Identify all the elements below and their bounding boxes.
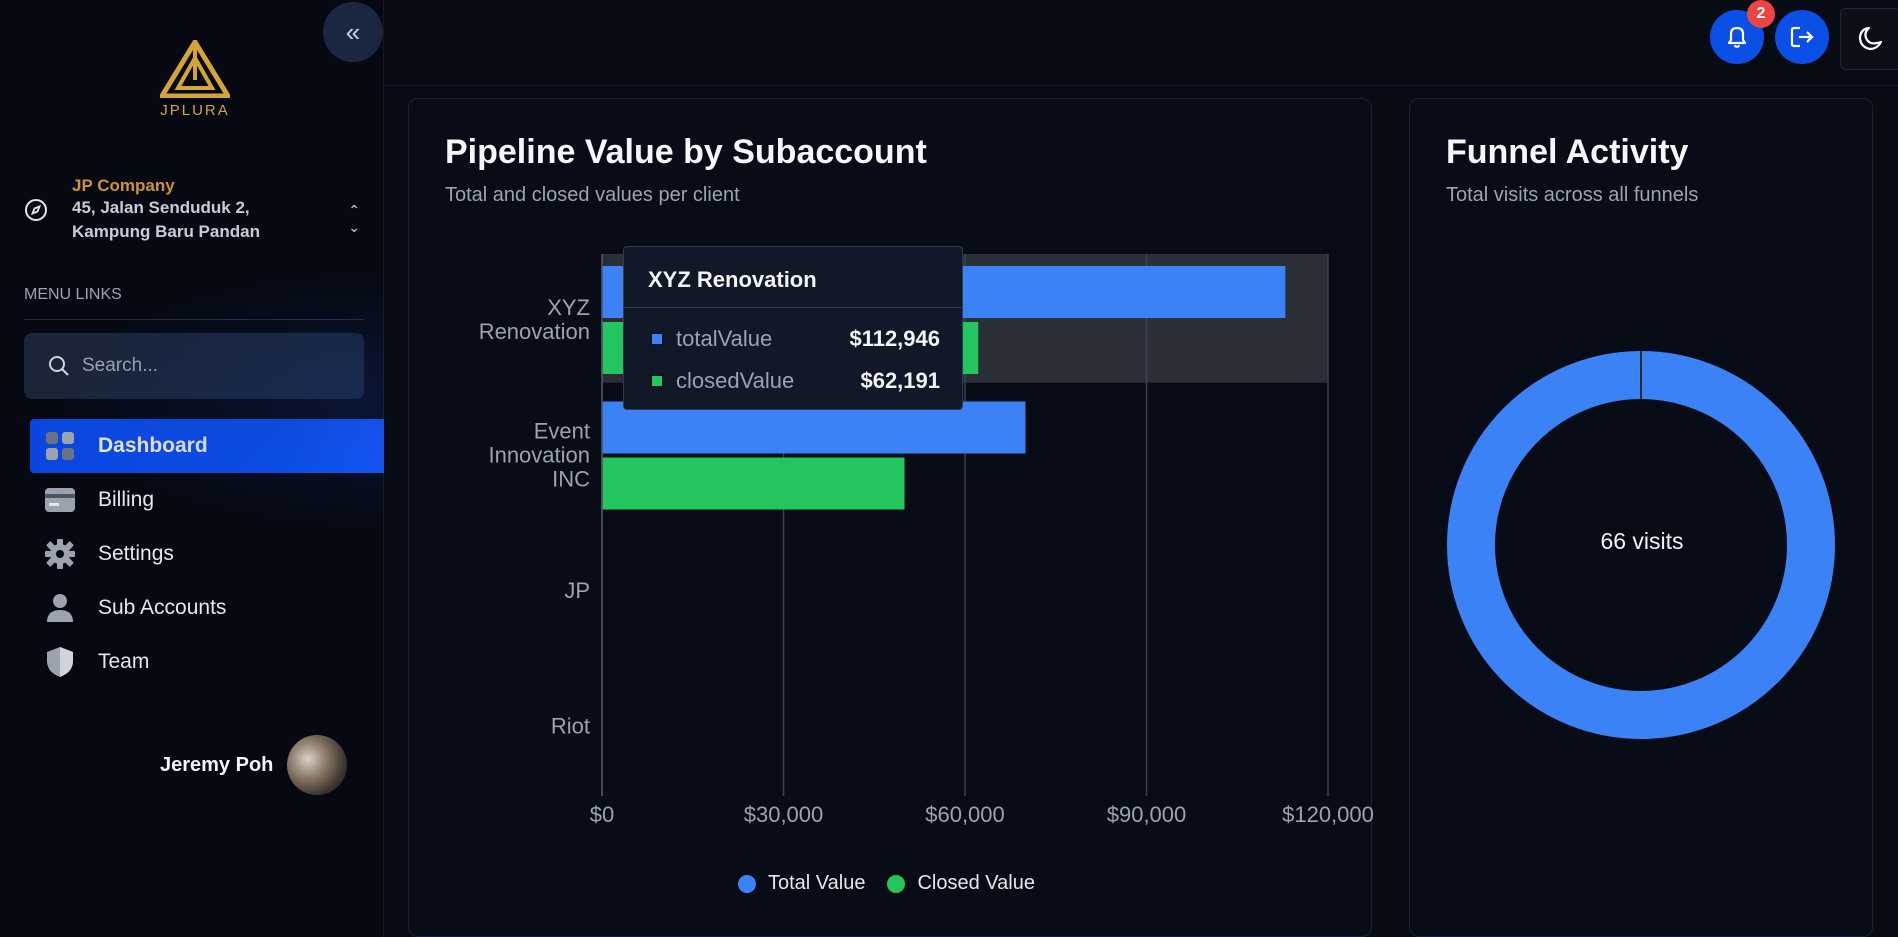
chevrons-left-icon: « (345, 16, 361, 47)
donut-center-label: 66 visits (1600, 528, 1684, 554)
funnel-donut-chart (1447, 351, 1835, 739)
collapse-sidebar-button[interactable]: « (323, 2, 383, 62)
